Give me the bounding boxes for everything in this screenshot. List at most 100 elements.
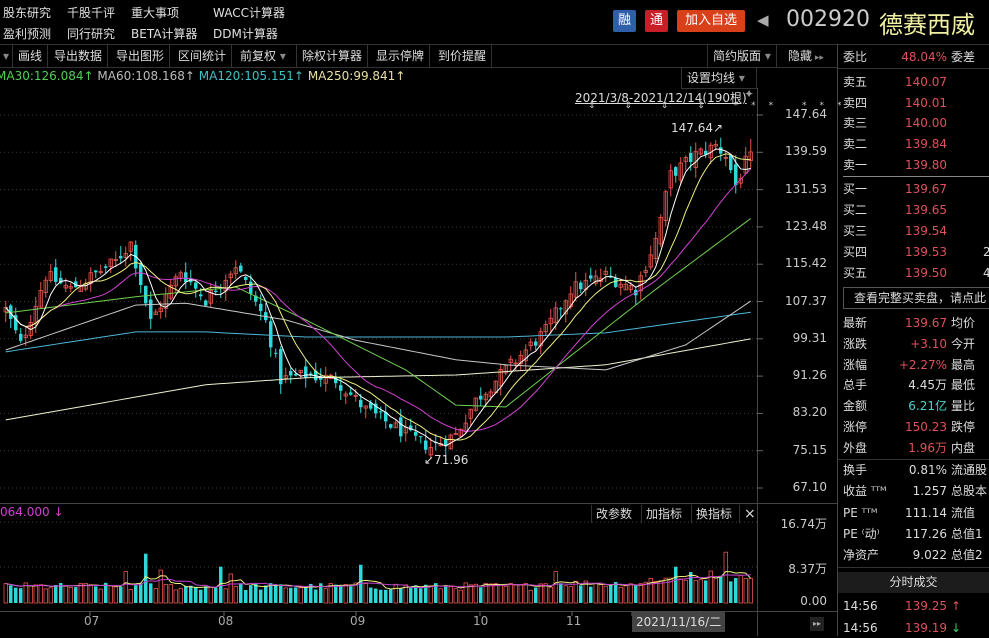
fundamental-row: PE ᵀᵀᴹ 111.14 流值 [843, 503, 975, 523]
volume-bar-up [493, 583, 498, 604]
add-indicator-button[interactable]: 加指标 [641, 505, 686, 523]
order-price: 139.54 [905, 224, 947, 238]
change-params-button[interactable]: 改参数 [591, 505, 636, 523]
volume-bar-up [513, 584, 518, 604]
order-book-row[interactable]: 买三 139.54 [843, 221, 947, 241]
volume-bar-down [389, 589, 393, 603]
order-ratio-label: 委比 [843, 50, 868, 64]
order-book-row[interactable]: 卖二 139.84 [843, 134, 947, 154]
order-book-row[interactable]: 卖四 140.01 [843, 93, 947, 113]
x-tick: 10 [473, 614, 489, 628]
quote-row: 总手 4.45万 最低 [843, 375, 975, 395]
order-price: 140.07 [905, 75, 947, 89]
quote-label-2: 量比 [951, 399, 976, 414]
volume-bar-down [199, 589, 203, 603]
full-order-book-button[interactable]: 查看完整买卖盘，请点此 [843, 287, 989, 309]
candle-down [419, 436, 423, 438]
order-price: 139.80 [905, 157, 947, 172]
quote-label: 涨幅 [843, 357, 868, 372]
candle-down [349, 392, 353, 395]
price-tick: 115.42 [785, 256, 827, 271]
order-level-label: 买三 [843, 224, 868, 238]
quote-label: 外盘 [843, 440, 868, 455]
quote-row: 涨幅 +2.27% 最高 [843, 355, 975, 375]
candle-down [719, 147, 723, 154]
volume-bar-up [158, 569, 163, 604]
volume-bar-down [9, 585, 13, 603]
candle-down [689, 152, 693, 162]
trade-price: 139.25 [905, 599, 947, 613]
volume-bar-up [623, 585, 628, 604]
volume-tick: 8.37万 [788, 562, 827, 576]
high-price-label: 147.64↗ [671, 121, 724, 135]
quote-label-2: 均价 [951, 316, 976, 330]
volume-bar-down [304, 587, 308, 603]
volume-bar-down [119, 586, 123, 603]
candle-down [614, 278, 618, 287]
order-book-row[interactable]: 卖一 139.80 [843, 155, 947, 175]
price-tick: 131.53 [785, 181, 827, 196]
order-level-label: 卖一 [843, 157, 868, 172]
volume-bar-up [523, 583, 528, 604]
order-book-row[interactable]: 卖五 140.07 [843, 72, 947, 92]
order-volume: 4 [983, 266, 989, 280]
order-book-row[interactable]: 买五 139.50 4 [843, 263, 989, 283]
volume-bar-down [94, 586, 98, 603]
volume-bar-up [298, 587, 303, 604]
volume-bar-down [689, 572, 693, 603]
candle-down [579, 282, 583, 290]
volume-bar-up [223, 588, 228, 604]
volume-bar-down [274, 584, 278, 603]
volume-bar-down [134, 585, 138, 603]
volume-bar-down [614, 581, 618, 603]
quote-label: 最新 [843, 316, 868, 330]
candle-down [184, 272, 188, 282]
order-book-row[interactable]: 买一 139.67 [843, 179, 947, 199]
volume-bar-up [708, 570, 713, 604]
close-icon[interactable]: × [739, 505, 760, 523]
ma30-line [5, 218, 752, 408]
quote-value: 1.96万 [908, 440, 947, 455]
switch-indicator-button[interactable]: 换指标 [691, 505, 736, 523]
arrow-up-icon: ↑ [951, 599, 962, 613]
order-price: 139.50 [905, 266, 947, 280]
price-tick: 75.15 [792, 442, 827, 457]
volume-bar-up [343, 584, 348, 604]
fundamental-row: 收益 ᵀᵀᴹ 1.257 总股本 [843, 481, 987, 501]
candle-down [399, 417, 403, 437]
order-level-label: 卖五 [843, 75, 868, 89]
volume-bar-down [279, 584, 283, 603]
candle-down [214, 290, 218, 293]
quote-row: 涨跌 +3.10 今开 [843, 334, 975, 354]
volume-bar-up [363, 583, 368, 604]
volume-bar-down [184, 585, 188, 603]
volume-bar-up [33, 584, 38, 604]
candle-down [199, 294, 203, 297]
volume-tick: 16.74万 [780, 517, 827, 531]
volume-bar-down [634, 585, 638, 603]
order-book-row[interactable]: 买二 139.65 [843, 200, 947, 220]
quote-label: 涨停 [843, 420, 868, 434]
volume-bar-up [208, 586, 213, 604]
volume-legend: 064.000 ↓ [0, 505, 64, 519]
x-tick: 09 [350, 614, 366, 628]
volume-bar-up [598, 584, 603, 604]
volume-bar-down [149, 583, 153, 603]
order-price: 139.65 [905, 203, 947, 217]
price-tick: 107.37 [785, 293, 827, 308]
quote-row: 最新 139.67 均价 [843, 313, 975, 333]
fundamental-row: 净资产 9.022 总值2 [843, 545, 983, 565]
volume-bar-up [618, 586, 623, 604]
quote-value: 139.67 [905, 316, 947, 330]
scroll-right-icon[interactable]: ▸▸ [810, 617, 824, 631]
volume-bar-up [178, 587, 183, 604]
order-level-label: 卖四 [843, 95, 868, 110]
kline-chart[interactable] [0, 0, 837, 636]
volume-bar-down [54, 584, 58, 603]
volume-bar-up [678, 578, 683, 604]
volume-bar-down [559, 583, 563, 603]
order-book-row[interactable]: 卖三 140.00 [843, 113, 947, 133]
volume-bar-down [259, 589, 263, 603]
volume-bar-up [538, 583, 543, 604]
order-book-row[interactable]: 买四 139.53 2 [843, 242, 989, 262]
